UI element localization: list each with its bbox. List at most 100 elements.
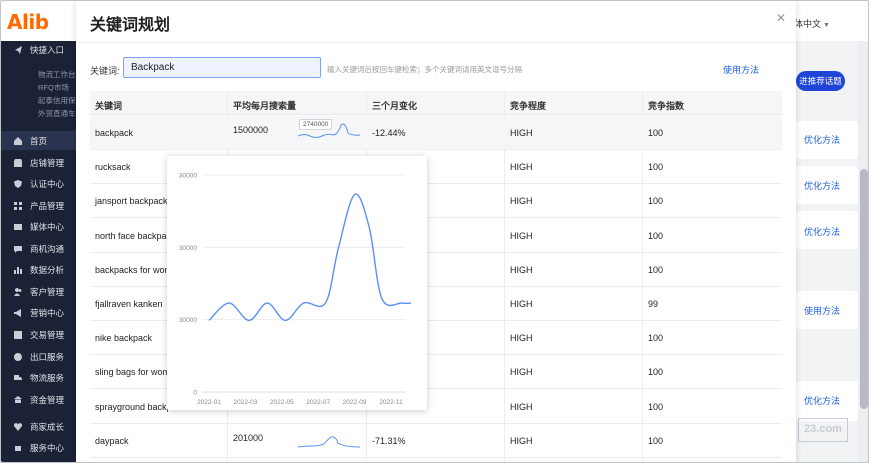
cell-keyword: fjallraven kanken [95, 299, 163, 309]
cell-competition-index: 100 [648, 230, 664, 241]
sidebar-item[interactable]: 快捷入口 [1, 40, 76, 59]
optimize-link[interactable]: 优化方法 [804, 133, 840, 146]
cell-competition: HIGH [510, 128, 533, 138]
sidebar-item-label: 产品管理 [30, 200, 65, 211]
table-row[interactable]: backpack 1500000 -12.44% HIGH 100 2740000 [90, 116, 782, 150]
usage-link[interactable]: 使用方法 [804, 304, 840, 317]
cell-keyword: daypack [95, 435, 129, 446]
sidebar-item-label: 快捷入口 [30, 44, 65, 55]
x-tick-label: 2022-01 [197, 399, 221, 406]
close-icon[interactable]: ✕ [775, 12, 787, 24]
sidebar-item[interactable]: 交易管理 [1, 325, 76, 344]
sidebar-item[interactable]: 数据分析 [1, 260, 76, 279]
sidebar-subitem[interactable]: 物流工作台 [38, 69, 76, 80]
megaphone-icon [14, 308, 21, 317]
sidebar-item[interactable]: 出口服务 [1, 347, 76, 366]
cell-competition: HIGH [510, 230, 533, 241]
sidebar-item-label: 出口服务 [30, 351, 65, 362]
sidebar-item[interactable]: 商家成长 [1, 417, 76, 436]
header-competition-index: 竞争指数 [648, 101, 685, 111]
keyword-input[interactable] [123, 57, 321, 78]
cell-volume: 201000 [233, 432, 264, 443]
sidebar-item[interactable]: 店铺管理 [1, 153, 76, 172]
sidebar-item-label: 商家成长 [30, 421, 65, 432]
page-scrollbar[interactable] [858, 41, 868, 462]
dialog-title: 关键词规划 [90, 17, 171, 34]
keyword-hint: 输入关键词后按回车键检索；多个关键词请用英文逗号分隔 [327, 65, 522, 74]
home-icon [14, 136, 22, 145]
optimize-link[interactable]: 优化方法 [804, 179, 840, 192]
sidebar: 快捷入口 物流工作台 RFQ市场 起泰信用保障 外贸直通车 首页 店铺管理 认证中心 产品管理媒… [1, 40, 83, 462]
optimize-link[interactable]: 优化方法 [804, 394, 840, 407]
y-tick-label: 0 [193, 390, 197, 397]
x-tick-label: 2022-03 [233, 399, 257, 406]
cell-competition-index: 100 [648, 333, 664, 344]
table-row[interactable]: daypack 201000 -71.31% HIGH 100 [90, 424, 782, 458]
sidebar-item[interactable]: 首页 [1, 131, 76, 150]
sidebar-item[interactable]: 客户管理 [1, 282, 76, 301]
cell-keyword: nike backpack [95, 333, 153, 344]
sidebar-item-label: 客户管理 [30, 286, 65, 297]
truck-icon [14, 374, 22, 380]
cell-change: -71.31% [372, 435, 406, 446]
shield-icon [14, 179, 22, 188]
send-icon [15, 45, 22, 54]
usage-link[interactable]: 使用方法 [723, 63, 759, 76]
sidebar-item[interactable]: 营销中心 [1, 303, 76, 322]
app-window: Alib 体中文 ▼ 快捷入口 物流工作台 RFQ市场 起泰信用保障 外贸直通车 首页 店铺管… [0, 0, 869, 463]
x-tick-label: 2022-11 [379, 399, 403, 406]
sidebar-item-label: 店铺管理 [30, 157, 65, 168]
cell-competition-index: 100 [648, 435, 664, 446]
cell-competition-index: 99 [648, 299, 659, 309]
cell-competition-index: 100 [648, 264, 664, 275]
cell-competition: HIGH [510, 401, 533, 412]
trend-sparkline[interactable] [298, 427, 360, 453]
header-keyword: 关键词 [95, 101, 123, 111]
header-volume: 平均每月搜索量 [233, 101, 297, 111]
cell-keyword: north face backpack [95, 230, 176, 241]
sidebar-item[interactable]: 物流服务 [1, 368, 76, 387]
x-tick-label: 2022-09 [343, 399, 367, 406]
sidebar-item[interactable]: 服务中心 [1, 438, 76, 457]
language-selector[interactable]: 体中文 ▼ [794, 17, 830, 30]
cell-keyword: sprayground backp [95, 401, 172, 412]
cell-competition-index: 100 [648, 128, 664, 138]
header-competition: 竞争程度 [510, 101, 547, 111]
cell-competition-index: 100 [648, 401, 664, 412]
trend-chart-popup: 0 30000 30000 30000 2022-01 2022-03 2022-05 202… [167, 156, 427, 410]
watermark: 23.com [798, 418, 848, 442]
media-icon [14, 223, 22, 230]
sidebar-item[interactable]: 资金管理 [1, 390, 76, 409]
cell-keyword: sling bags for wom [95, 367, 171, 378]
sidebar-item[interactable]: 媒体中心 [1, 217, 76, 236]
cell-competition: HIGH [510, 367, 533, 378]
sidebar-item[interactable]: 认证中心 [1, 174, 76, 193]
cell-competition: HIGH [510, 333, 533, 344]
y-tick-label: 30000 [179, 245, 197, 252]
trend-chart: 0 30000 30000 30000 2022-01 2022-03 2022-05 202… [179, 173, 412, 406]
sidebar-subitem[interactable]: RFQ市场 [38, 82, 69, 93]
cell-keyword: rucksack [95, 162, 131, 173]
sidebar-item[interactable]: 产品管理 [1, 196, 76, 215]
cell-competition: HIGH [510, 196, 533, 207]
cell-volume: 1500000 [233, 125, 269, 135]
dialog-divider [76, 42, 796, 43]
cell-competition: HIGH [510, 162, 533, 173]
store-icon [14, 158, 22, 167]
optimize-link[interactable]: 优化方法 [804, 225, 840, 238]
sidebar-subitem[interactable]: 外贸直通车 [38, 108, 76, 119]
bank-icon [14, 395, 22, 403]
recommend-topic-button[interactable]: 进推荐话题 [796, 71, 845, 91]
sidebar-item-label: 资金管理 [30, 394, 65, 405]
chat-icon [14, 245, 22, 253]
cell-competition: HIGH [510, 435, 533, 446]
cell-competition-index: 100 [648, 162, 664, 173]
x-tick-label: 2022-05 [270, 399, 294, 406]
sidebar-item-label: 商机沟通 [30, 243, 65, 254]
sidebar-item[interactable]: 商机沟通 [1, 239, 76, 258]
table-header: 关键词 平均每月搜索量 三个月变化 竞争程度 竞争指数 [90, 91, 782, 115]
sidebar-item-label: 营销中心 [30, 307, 65, 318]
scrollbar-thumb[interactable] [860, 169, 868, 409]
y-tick-label: 30000 [179, 317, 197, 324]
chevron-down-icon: ▼ [823, 22, 830, 29]
